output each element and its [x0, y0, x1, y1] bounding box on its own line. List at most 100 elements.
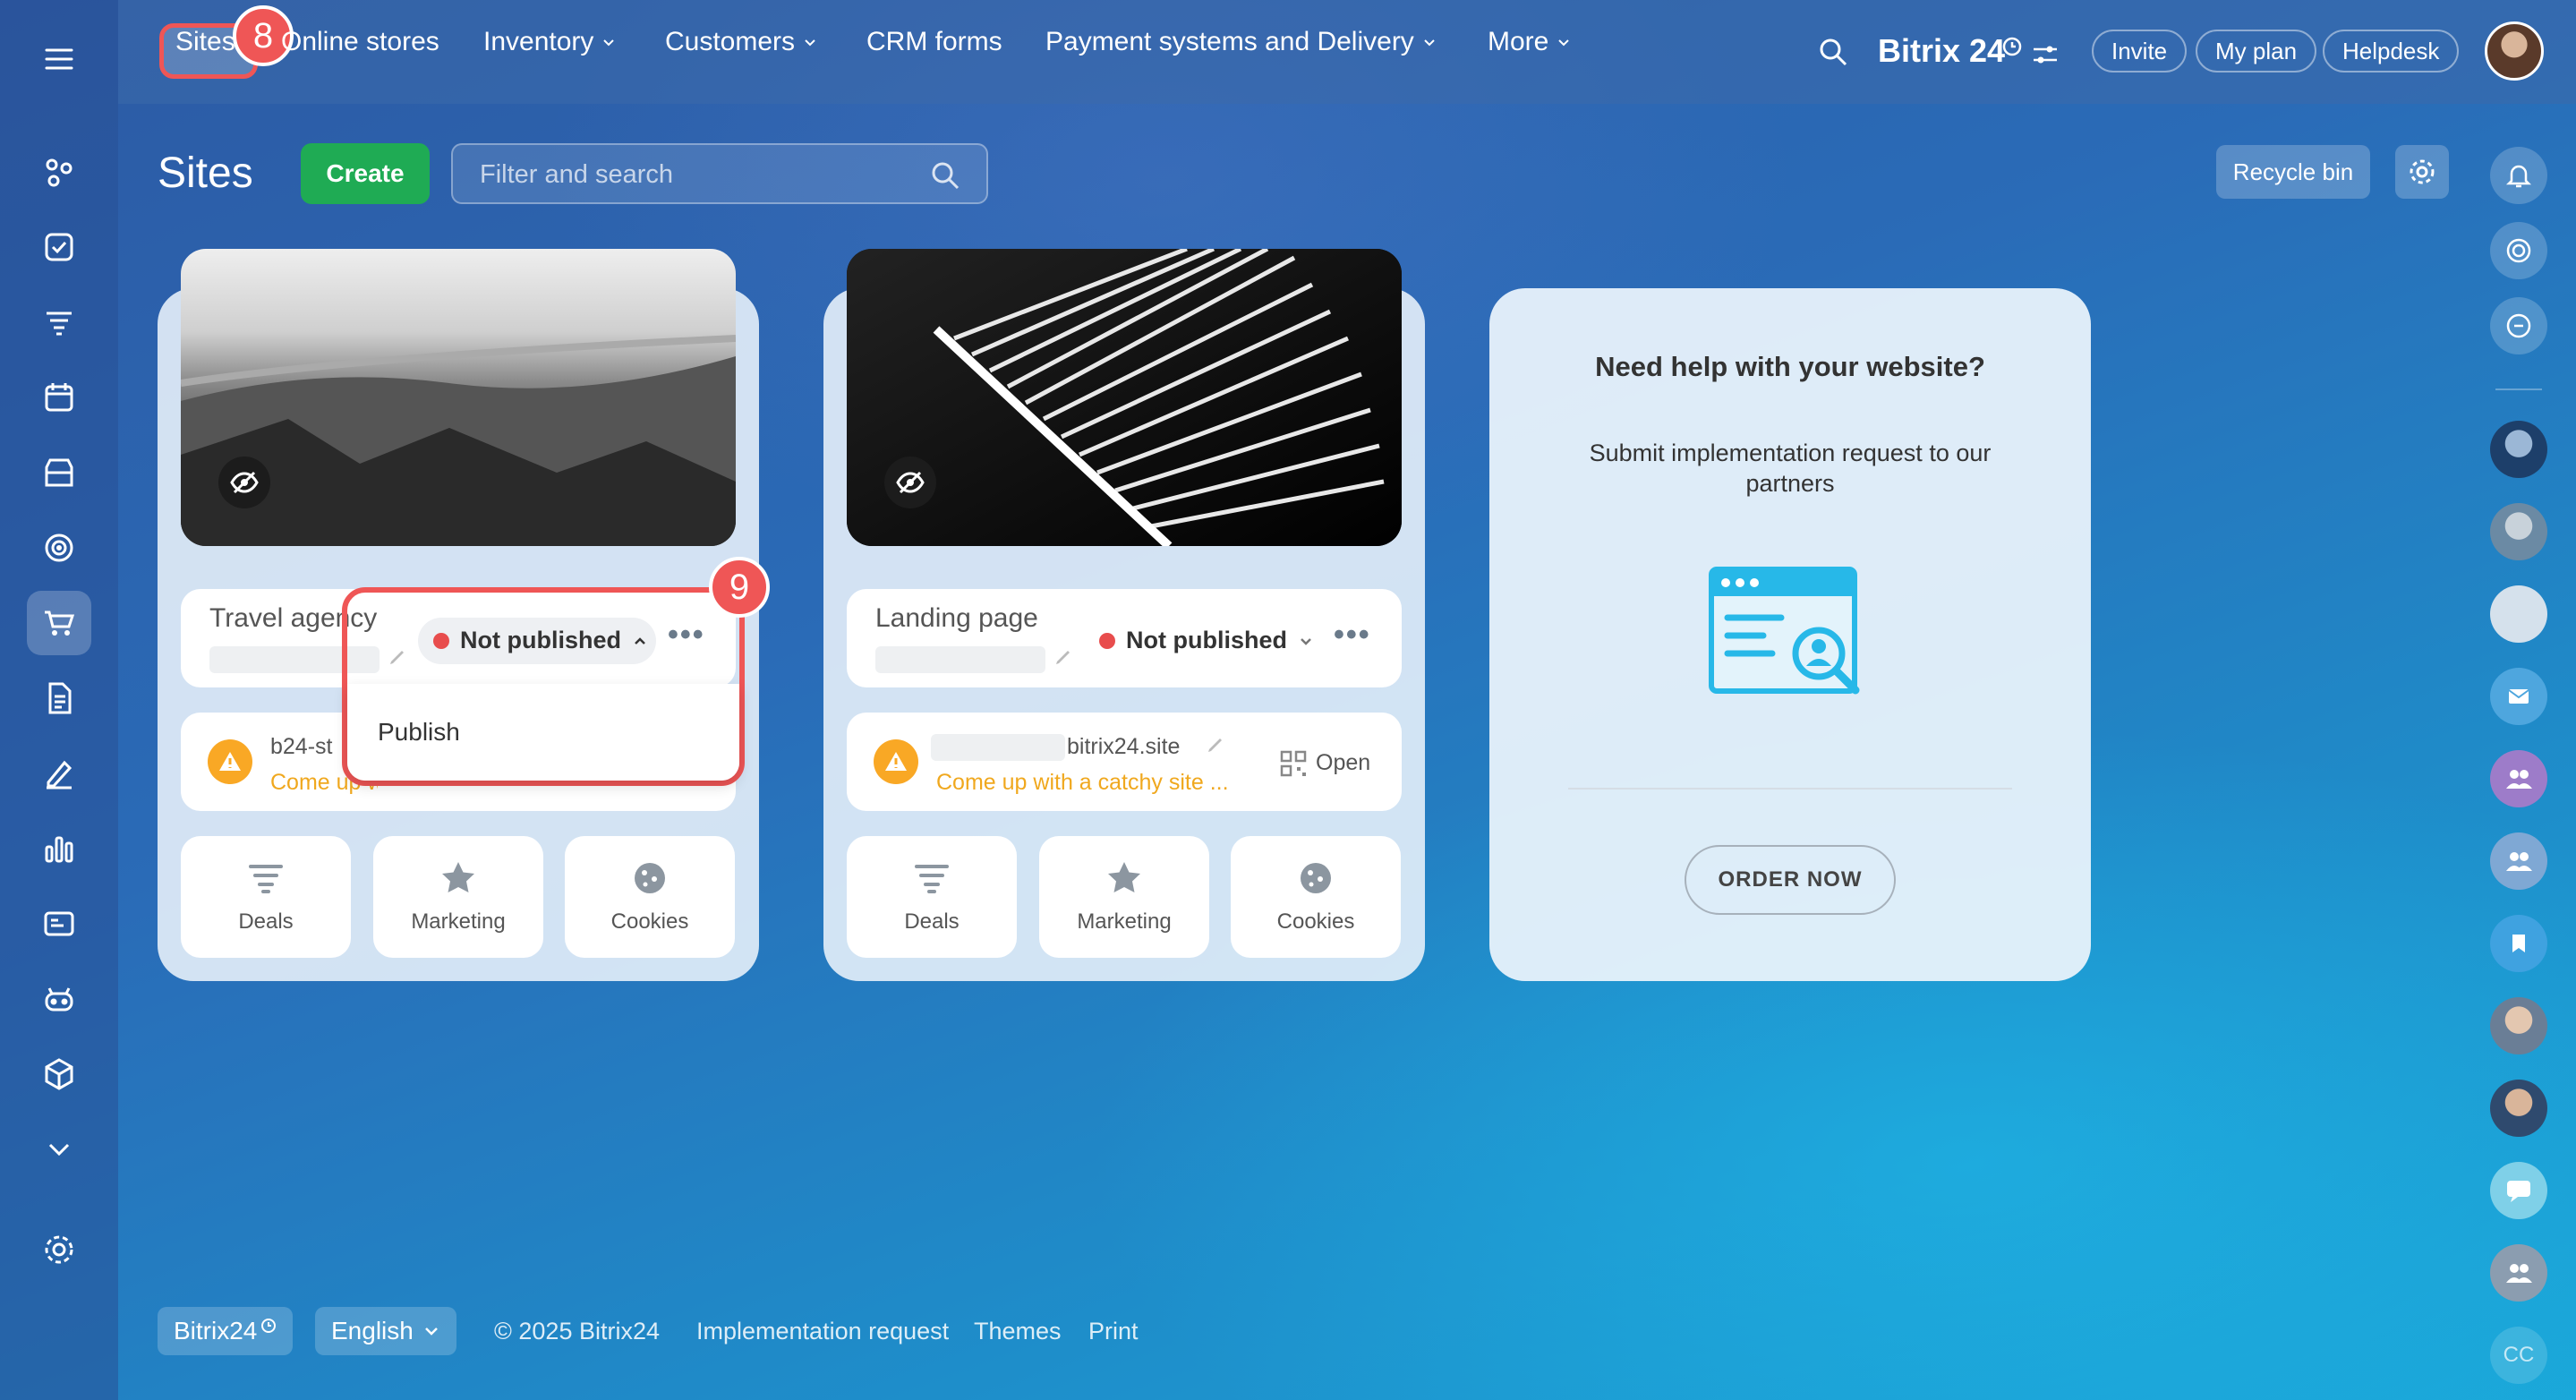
chevron-down-icon: [805, 39, 815, 47]
status-label: Not published: [460, 627, 621, 653]
nav-online-stores[interactable]: Online stores: [281, 27, 439, 57]
deals-label: Deals: [238, 909, 294, 934]
step-badge-9: 9: [709, 557, 770, 618]
nav-payment[interactable]: Payment systems and Delivery: [1045, 27, 1437, 57]
search-icon[interactable]: [929, 159, 961, 192]
my-plan-button[interactable]: My plan: [2196, 30, 2317, 73]
nav-more-label: More: [1488, 27, 1549, 56]
footer-copyright: © 2025 Bitrix24: [494, 1318, 660, 1345]
more-options-icon[interactable]: •••: [668, 618, 705, 653]
nav-inventory[interactable]: Inventory: [483, 27, 617, 57]
create-button[interactable]: Create: [301, 143, 430, 204]
help-title: Need help with your website?: [1595, 351, 1985, 382]
contact-avatar[interactable]: [2490, 503, 2547, 560]
pencil-icon[interactable]: [1053, 646, 1074, 668]
feed-icon[interactable]: [27, 140, 91, 204]
open-channel-icon[interactable]: [2490, 1162, 2547, 1219]
bookmark-icon[interactable]: [2490, 915, 2547, 972]
group-chat-icon[interactable]: [2490, 1244, 2547, 1302]
footer-brand[interactable]: Bitrix24: [158, 1307, 294, 1355]
clock-icon: [261, 1319, 277, 1333]
search-icon[interactable]: [1817, 36, 1849, 68]
group-chat-icon[interactable]: [2490, 832, 2547, 890]
chat-search-icon[interactable]: [2490, 297, 2547, 354]
cc-avatar[interactable]: CC: [2490, 1327, 2547, 1384]
nav-customers[interactable]: Customers: [665, 27, 818, 57]
calendar-icon[interactable]: [27, 365, 91, 430]
robot-icon[interactable]: [27, 967, 91, 1031]
marketing-tile[interactable]: Marketing: [1039, 836, 1209, 958]
bell-icon[interactable]: [2490, 147, 2547, 204]
site-thumbnail-landscape[interactable]: [181, 249, 736, 546]
analytics-icon[interactable]: [27, 816, 91, 881]
crm-icon[interactable]: [27, 290, 91, 354]
language-select[interactable]: English: [315, 1307, 456, 1355]
search-field[interactable]: [451, 143, 988, 204]
deals-tile[interactable]: Deals: [847, 836, 1017, 958]
site-domain[interactable]: b24-st: [270, 734, 332, 760]
sliders-icon[interactable]: [2032, 43, 2059, 66]
order-now-button[interactable]: ORDER NOW: [1685, 845, 1896, 915]
group-avatar[interactable]: [2490, 585, 2547, 643]
publish-menu-item[interactable]: Publish: [378, 718, 460, 747]
funnel-icon: [249, 865, 283, 893]
contact-avatar[interactable]: [2490, 1080, 2547, 1137]
search-input[interactable]: [480, 158, 918, 192]
cart-icon[interactable]: [27, 591, 91, 655]
user-avatar[interactable]: [2485, 21, 2544, 81]
site-domain[interactable]: bitrix24.site: [1067, 734, 1180, 760]
marketing-tile[interactable]: Marketing: [373, 836, 543, 958]
status-dropdown[interactable]: Not published: [1099, 627, 1314, 654]
qr-code-icon[interactable]: [1280, 750, 1307, 777]
chevron-down-icon[interactable]: [27, 1117, 91, 1182]
recycle-bin-button[interactable]: Recycle bin: [2216, 145, 2370, 199]
menu-icon[interactable]: [27, 27, 91, 91]
page-settings-button[interactable]: [2395, 145, 2449, 199]
site-thumbnail-architecture[interactable]: [847, 249, 1402, 546]
marketing-label: Marketing: [411, 909, 506, 934]
target-icon[interactable]: [27, 516, 91, 580]
eye-off-icon[interactable]: [218, 457, 270, 508]
sign-icon[interactable]: [27, 741, 91, 806]
box-icon[interactable]: [27, 1042, 91, 1106]
helpdesk-button[interactable]: Helpdesk: [2323, 30, 2460, 73]
cookies-tile[interactable]: Cookies: [565, 836, 735, 958]
document-icon[interactable]: [27, 666, 91, 730]
eye-off-icon[interactable]: [884, 457, 936, 508]
deals-tile[interactable]: Deals: [181, 836, 351, 958]
nav-more[interactable]: More: [1488, 27, 1572, 57]
contact-avatar[interactable]: [2490, 421, 2547, 478]
store-icon[interactable]: [27, 440, 91, 505]
site-hint[interactable]: Come up with a catchy site ...: [936, 770, 1229, 796]
nav-crm-forms[interactable]: CRM forms: [866, 27, 1002, 57]
footer-themes-link[interactable]: Themes: [974, 1318, 1062, 1345]
pencil-icon[interactable]: [1205, 734, 1226, 755]
contact-avatar[interactable]: [2490, 997, 2547, 1054]
help-divider: [1568, 788, 2012, 790]
cookie-icon: [1301, 863, 1331, 893]
chevron-down-icon: [1301, 637, 1311, 645]
status-dropdown[interactable]: Not published: [433, 627, 648, 654]
contact-center-icon[interactable]: [27, 892, 91, 956]
more-options-icon[interactable]: •••: [1334, 618, 1371, 653]
footer-print-link[interactable]: Print: [1088, 1318, 1139, 1345]
tasks-icon[interactable]: [27, 215, 91, 279]
footer-brand-label: Bitrix24: [174, 1317, 258, 1345]
nav-crm-forms-label: CRM forms: [866, 27, 1002, 56]
group-chat-icon[interactable]: [2490, 750, 2547, 807]
copilot-icon[interactable]: [2490, 222, 2547, 279]
cookies-tile[interactable]: Cookies: [1231, 836, 1401, 958]
status-dot: [1099, 632, 1115, 649]
footer-implementation-link[interactable]: Implementation request: [696, 1318, 949, 1345]
status-dot: [433, 632, 449, 649]
language-label: English: [331, 1317, 414, 1345]
invite-button[interactable]: Invite: [2092, 30, 2188, 73]
brand-logo[interactable]: Bitrix 24: [1878, 32, 2005, 70]
site-title[interactable]: Landing page: [875, 603, 1038, 634]
star-icon: [1108, 862, 1140, 892]
open-site-link[interactable]: Open: [1316, 750, 1370, 776]
nav-customers-label: Customers: [665, 27, 796, 56]
settings-icon[interactable]: [27, 1217, 91, 1282]
nav-sites[interactable]: Sites: [175, 27, 235, 57]
mail-icon[interactable]: [2490, 668, 2547, 725]
